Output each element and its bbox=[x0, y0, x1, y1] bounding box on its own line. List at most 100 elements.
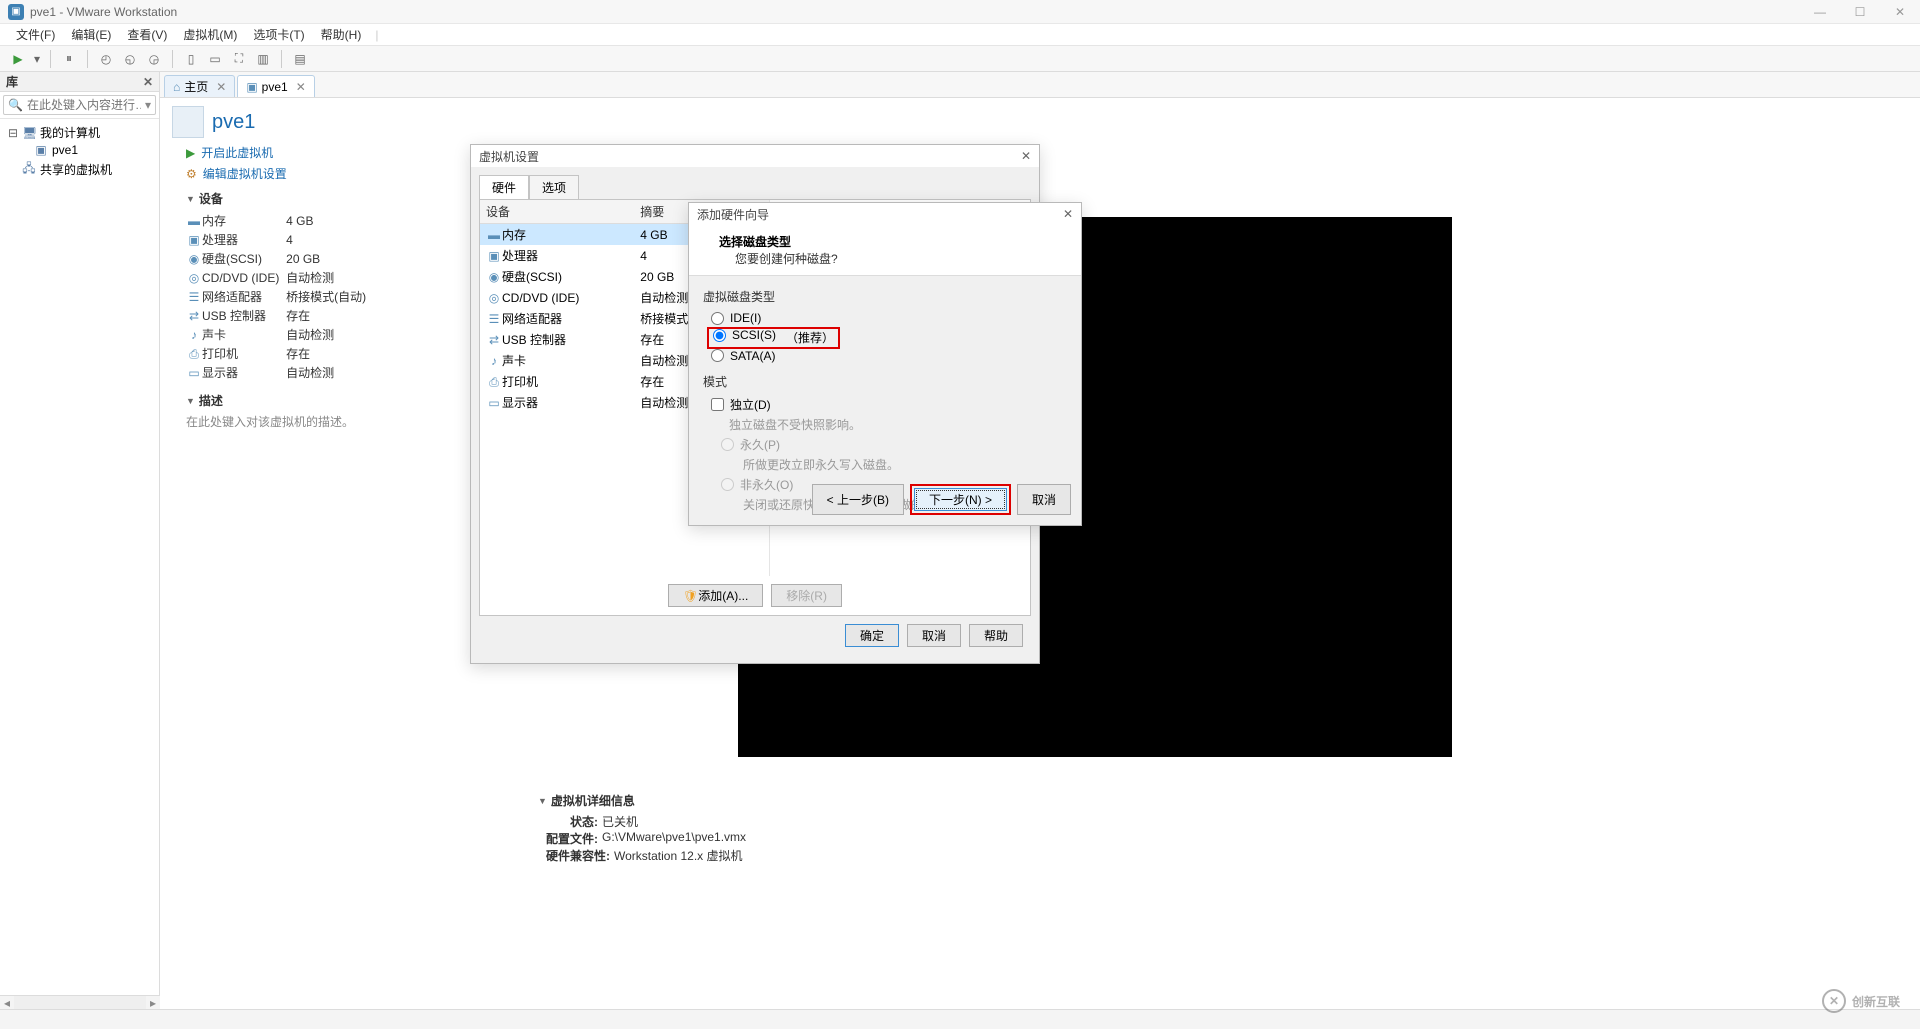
close-icon[interactable]: ✕ bbox=[1021, 149, 1031, 163]
dialog-titlebar[interactable]: 添加硬件向导 ✕ bbox=[689, 203, 1081, 225]
menu-file[interactable]: 文件(F) bbox=[8, 24, 63, 45]
device-row[interactable]: ⎙打印机存在 bbox=[186, 344, 372, 363]
next-button[interactable]: 下一步(N) > bbox=[914, 488, 1007, 511]
title-bar: ▣ pve1 - VMware Workstation — ☐ ✕ bbox=[0, 0, 1920, 24]
menu-edit[interactable]: 编辑(E) bbox=[63, 24, 119, 45]
close-icon[interactable]: ✕ bbox=[1063, 207, 1073, 221]
independent-note: 独立磁盘不受快照影响。 bbox=[729, 416, 1067, 433]
suspend-icon[interactable]: ⏸ bbox=[59, 49, 79, 69]
view-full-icon[interactable]: ⛶ bbox=[229, 49, 249, 69]
device-row[interactable]: ▭显示器自动检测 bbox=[186, 363, 372, 382]
device-row[interactable]: ▬内存4 GB bbox=[186, 211, 372, 230]
back-button[interactable]: < 上一步(B) bbox=[812, 484, 904, 515]
detail-label: 状态: bbox=[538, 813, 598, 830]
radio-sata[interactable]: SATA(A) bbox=[711, 349, 1067, 363]
edit-settings-link[interactable]: ⚙ 编辑虚拟机设置 bbox=[186, 165, 1920, 182]
collapse-icon[interactable]: ⊟ bbox=[8, 126, 18, 140]
snapshot-manager-icon[interactable]: ◶ bbox=[144, 49, 164, 69]
cpu-icon: ▣ bbox=[186, 233, 202, 247]
device-row[interactable]: ◉硬盘(SCSI)20 GB bbox=[186, 249, 372, 268]
snapshot-take-icon[interactable]: ◴ bbox=[96, 49, 116, 69]
disk-icon: ◉ bbox=[186, 252, 202, 266]
tab-home[interactable]: ⌂ 主页 ✕ bbox=[164, 75, 235, 97]
detail-value: 已关机 bbox=[602, 813, 638, 830]
sound-icon: ♪ bbox=[486, 354, 502, 368]
tree-my-computer[interactable]: ⊟ 🖥 我的计算机 bbox=[4, 123, 155, 142]
radio-label: IDE(I) bbox=[730, 311, 761, 325]
vm-large-icon bbox=[172, 106, 204, 138]
description-header[interactable]: 描述 bbox=[186, 392, 372, 409]
sidebar-hscroll[interactable]: ◂ ▸ bbox=[0, 995, 160, 1009]
network-icon: ☰ bbox=[186, 290, 202, 304]
power-on-icon[interactable]: ▶ bbox=[8, 49, 28, 69]
cd-icon: ◎ bbox=[186, 271, 202, 285]
radio-scsi[interactable]: SCSI(S) bbox=[713, 328, 776, 342]
view-library-icon[interactable]: ▤ bbox=[290, 49, 310, 69]
minimize-button[interactable]: — bbox=[1800, 0, 1840, 23]
remove-hardware-button[interactable]: 移除(R) bbox=[771, 584, 842, 607]
settings-tabs: 硬件 选项 bbox=[479, 175, 1031, 199]
tab-options[interactable]: 选项 bbox=[529, 175, 579, 199]
radio-input[interactable] bbox=[713, 329, 726, 342]
radio-input[interactable] bbox=[711, 312, 724, 325]
device-row[interactable]: ☰网络适配器桥接模式(自动) bbox=[186, 287, 372, 306]
checkbox-input[interactable] bbox=[711, 398, 724, 411]
close-icon[interactable]: ✕ bbox=[216, 80, 226, 94]
dialog-title: 虚拟机设置 bbox=[479, 148, 539, 165]
add-hardware-button[interactable]: 🛡添加(A)... bbox=[668, 584, 763, 607]
power-on-link[interactable]: ▶ 开启此虚拟机 bbox=[186, 144, 1920, 161]
wrench-icon: ⚙ bbox=[186, 167, 197, 181]
snapshot-revert-icon[interactable]: ◵ bbox=[120, 49, 140, 69]
maximize-button[interactable]: ☐ bbox=[1840, 0, 1880, 23]
memory-icon: ▬ bbox=[186, 214, 202, 228]
vm-details-header[interactable]: 虚拟机详细信息 bbox=[538, 792, 746, 809]
tree-vm-pve1[interactable]: ▣ pve1 bbox=[4, 142, 155, 158]
close-button[interactable]: ✕ bbox=[1880, 0, 1920, 23]
tree-label: pve1 bbox=[52, 143, 78, 157]
scroll-right-icon[interactable]: ▸ bbox=[146, 996, 160, 1010]
device-row[interactable]: ♪声卡自动检测 bbox=[186, 325, 372, 344]
menu-tabs[interactable]: 选项卡(T) bbox=[245, 24, 312, 45]
printer-icon: ⎙ bbox=[186, 347, 202, 362]
menu-bar: 文件(F) 编辑(E) 查看(V) 虚拟机(M) 选项卡(T) 帮助(H) | bbox=[0, 24, 1920, 46]
ok-button[interactable]: 确定 bbox=[845, 624, 899, 647]
tree-label: 共享的虚拟机 bbox=[40, 161, 112, 178]
tab-hardware[interactable]: 硬件 bbox=[479, 175, 529, 199]
memory-icon: ▬ bbox=[486, 228, 502, 242]
app-icon: ▣ bbox=[8, 4, 24, 20]
close-icon[interactable]: ✕ bbox=[143, 75, 153, 89]
description-placeholder[interactable]: 在此处键入对该虚拟机的描述。 bbox=[186, 413, 372, 430]
computer-icon: 🖥 bbox=[22, 126, 36, 140]
printer-icon: ⎙ bbox=[486, 375, 502, 390]
tab-vm[interactable]: ▣ pve1 ✕ bbox=[237, 75, 314, 97]
device-row[interactable]: ◎CD/DVD (IDE)自动检测 bbox=[186, 268, 372, 287]
usb-icon: ⇄ bbox=[486, 333, 502, 347]
menu-view[interactable]: 查看(V) bbox=[119, 24, 175, 45]
radio-ide[interactable]: IDE(I) bbox=[711, 311, 1067, 325]
col-device[interactable]: 设备 bbox=[480, 200, 634, 224]
menu-vm[interactable]: 虚拟机(M) bbox=[175, 24, 245, 45]
menu-help[interactable]: 帮助(H) bbox=[313, 24, 370, 45]
tree-shared-vms[interactable]: 🖧 共享的虚拟机 bbox=[4, 158, 155, 181]
cancel-button[interactable]: 取消 bbox=[1017, 484, 1071, 515]
cd-icon: ◎ bbox=[486, 291, 502, 305]
chevron-down-icon[interactable]: ▾ bbox=[145, 98, 151, 112]
power-dropdown-icon[interactable]: ▾ bbox=[32, 49, 42, 69]
tab-label: 主页 bbox=[184, 78, 208, 95]
view-single-icon[interactable]: ▯ bbox=[181, 49, 201, 69]
cancel-button[interactable]: 取消 bbox=[907, 624, 961, 647]
scroll-left-icon[interactable]: ◂ bbox=[0, 996, 14, 1010]
dialog-titlebar[interactable]: 虚拟机设置 ✕ bbox=[471, 145, 1039, 167]
search-input[interactable] bbox=[27, 98, 141, 112]
help-button[interactable]: 帮助 bbox=[969, 624, 1023, 647]
view-console-icon[interactable]: ▭ bbox=[205, 49, 225, 69]
device-row[interactable]: ▣处理器4 bbox=[186, 230, 372, 249]
close-icon[interactable]: ✕ bbox=[296, 80, 306, 94]
check-independent[interactable]: 独立(D) bbox=[711, 396, 1067, 413]
radio-input[interactable] bbox=[711, 349, 724, 362]
radio-label: SCSI(S) bbox=[732, 328, 776, 342]
device-row[interactable]: ⇄USB 控制器存在 bbox=[186, 306, 372, 325]
view-unity-icon[interactable]: ▥ bbox=[253, 49, 273, 69]
device-summary-table: ▬内存4 GB ▣处理器4 ◉硬盘(SCSI)20 GB ◎CD/DVD (ID… bbox=[186, 211, 372, 382]
devices-header[interactable]: 设备 bbox=[186, 190, 372, 207]
